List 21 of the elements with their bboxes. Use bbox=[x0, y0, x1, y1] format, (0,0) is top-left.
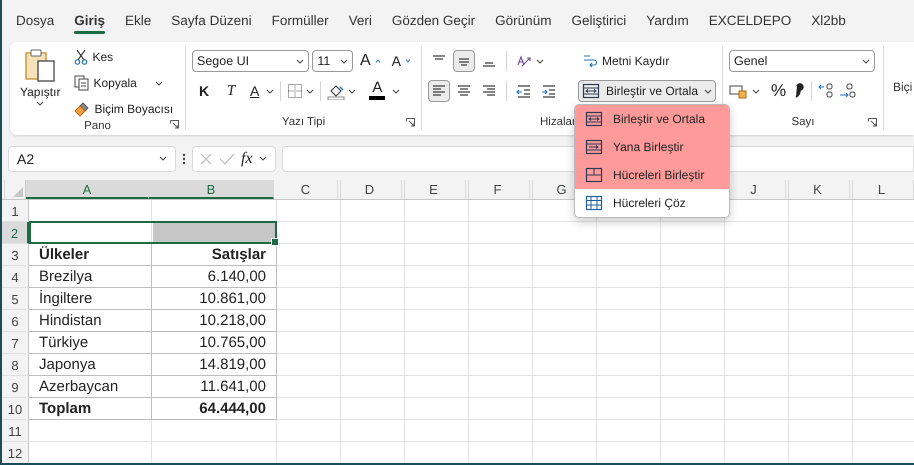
table-cell: 10.218,00 bbox=[152, 310, 277, 332]
table-cell: Ülkeler bbox=[29, 244, 152, 266]
table-cell: Azerbaycan bbox=[29, 376, 152, 398]
table-cell: 10.861,00 bbox=[152, 288, 277, 310]
table-cell: Satışlar bbox=[152, 244, 277, 266]
table-cell: Brezilya bbox=[29, 266, 152, 288]
table-cell: Japonya bbox=[29, 354, 152, 376]
table-cell: Türkiye bbox=[29, 332, 152, 354]
group-label: Hizalar bbox=[540, 116, 576, 128]
group-label: Pano bbox=[84, 120, 111, 132]
table-cell: 11.641,00 bbox=[152, 376, 277, 398]
table-cell: 14.819,00 bbox=[152, 354, 277, 376]
table-cell: 6.140,00 bbox=[152, 266, 277, 288]
group-label: Sayı bbox=[791, 116, 814, 128]
table-cell: 64.444,00 bbox=[152, 398, 277, 420]
group-label: Biçi bbox=[893, 80, 912, 94]
table-cell: 10.765,00 bbox=[152, 332, 277, 354]
group-label: Yazı Tipi bbox=[282, 116, 326, 128]
table-cell: Toplam bbox=[29, 398, 152, 420]
table-cell: İngiltere bbox=[29, 288, 152, 310]
table-cell: Hindistan bbox=[29, 310, 152, 332]
